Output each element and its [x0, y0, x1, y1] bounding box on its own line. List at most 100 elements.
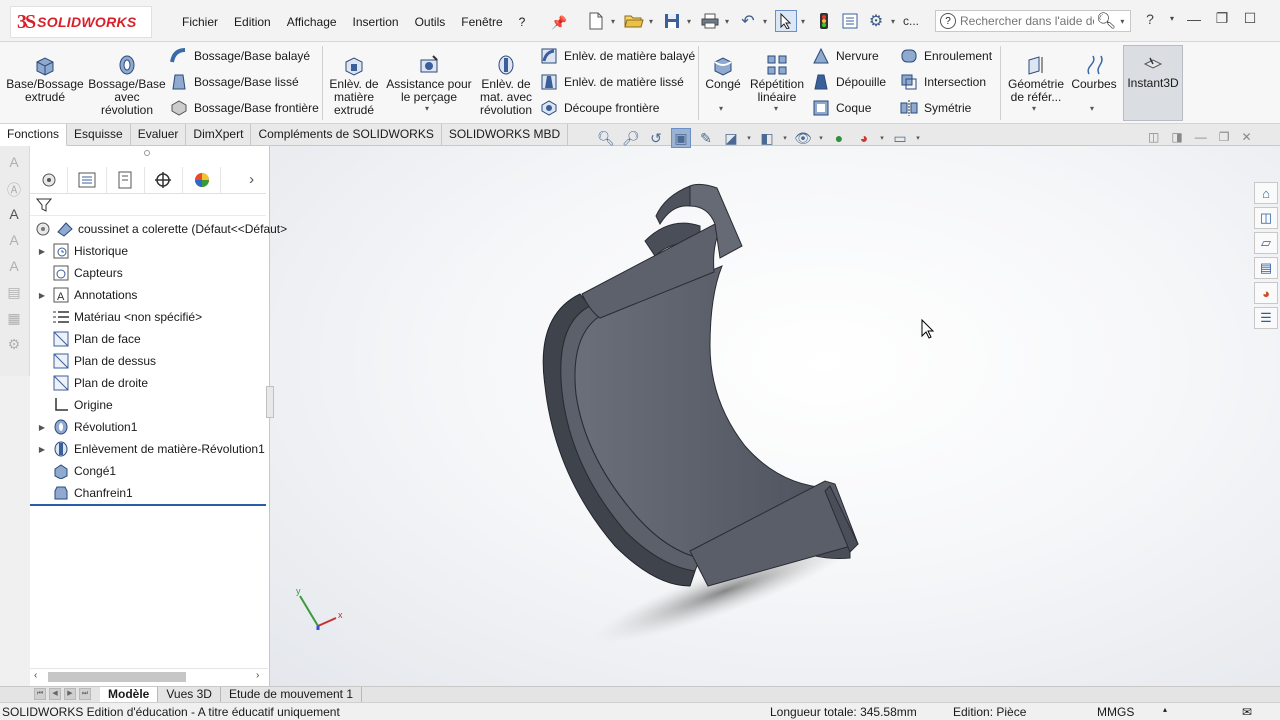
open-folder-icon[interactable] — [623, 10, 645, 32]
next-tab-icon[interactable]: ▶ — [64, 688, 76, 700]
custom-properties-icon[interactable]: ☰ — [1254, 307, 1278, 329]
save-icon[interactable] — [661, 10, 683, 32]
viewport-close-icon[interactable]: ✕ — [1241, 130, 1251, 144]
surface-finish-icon[interactable]: ▤ — [4, 284, 24, 302]
horizontal-scrollbar[interactable]: ‹ › — [30, 668, 268, 684]
feature-filter-bar[interactable] — [30, 196, 266, 216]
zoom-to-area-icon[interactable]: 🔎︎ — [621, 128, 641, 148]
options-gear-icon[interactable]: ⚙ — [865, 10, 887, 32]
status-units[interactable]: MMGS — [1097, 705, 1134, 719]
first-tab-icon[interactable]: ⏮ — [34, 688, 46, 700]
expand-arrow-icon[interactable]: ▶ — [36, 247, 48, 256]
revolve-boss-button[interactable]: Bossage/Base avec révolution — [88, 54, 166, 117]
menu-edition[interactable]: Edition — [226, 13, 279, 33]
tree-item[interactable]: ▶ Enlèvement de matière-Révolution1 — [30, 438, 268, 460]
print-dropdown-icon[interactable]: ▾ — [725, 17, 733, 26]
menu-fenetre[interactable]: Fenêtre — [453, 13, 510, 33]
instant3d-button[interactable]: Instant3D — [1123, 45, 1183, 121]
tab-evaluer[interactable]: Evaluer — [131, 124, 187, 146]
tree-item[interactable]: Congé1 — [30, 460, 268, 482]
tree-root-part[interactable]: coussinet a colerette (Défaut<<Défaut> — [30, 218, 287, 240]
tab-motion-study[interactable]: Etude de mouvement 1 — [221, 687, 363, 702]
tree-item[interactable]: Plan de dessus — [30, 350, 268, 372]
tree-item[interactable]: Chanfrein1 — [30, 482, 268, 504]
dynamic-annotation-icon[interactable]: ✎ — [696, 128, 716, 148]
solidworks-logo[interactable]: 3S SOLIDWORKS — [10, 6, 152, 38]
boundary-boss-button[interactable]: Bossage/Base frontière — [170, 98, 319, 118]
menu-help[interactable]: ? — [511, 13, 534, 33]
swept-boss-button[interactable]: Bossage/Base balayé — [170, 46, 310, 66]
boundary-cut-button[interactable]: Découpe frontière — [540, 98, 659, 118]
extrude-boss-button[interactable]: Base/Bossage extrudé — [6, 54, 84, 104]
section-view-icon[interactable]: ▣ — [671, 128, 691, 148]
tree-item[interactable]: Capteurs — [30, 262, 268, 284]
weld-icon[interactable]: A — [4, 258, 24, 276]
ref-geom-dropdown-icon[interactable]: ▾ — [1032, 104, 1036, 113]
dimxpert-manager-tab-icon[interactable] — [145, 166, 184, 193]
hole-wizard-dropdown-icon[interactable]: ▾ — [425, 104, 429, 113]
reference-geometry-button[interactable]: Géométrie de référ... — [1004, 54, 1068, 104]
tree-item[interactable]: ▶ Historique — [30, 240, 268, 262]
fillet-dropdown-icon[interactable]: ▾ — [719, 104, 723, 113]
solidworks-resources-icon[interactable]: ⌂ — [1254, 182, 1278, 204]
tree-item[interactable]: ▶ Révolution1 — [30, 416, 268, 438]
apply-scene-icon[interactable]: ◕ — [854, 128, 874, 148]
expand-arrow-icon[interactable]: ▶ — [36, 445, 48, 454]
view-palette-icon[interactable]: ▤ — [1254, 257, 1278, 279]
menu-affichage[interactable]: Affichage — [279, 13, 345, 33]
wrap-button[interactable]: Enroulement — [900, 46, 992, 66]
undo-icon[interactable]: ↶ — [737, 10, 759, 32]
viewport-minimize-icon[interactable]: — — [1195, 130, 1207, 144]
revolved-cut-button[interactable]: Enlèv. de mat. avec révolution — [476, 54, 536, 117]
graphics-area[interactable]: y x — [270, 146, 1280, 686]
rollback-bar[interactable] — [30, 504, 266, 506]
panel-splitter-handle[interactable] — [266, 386, 274, 418]
quick-tips-icon[interactable]: ✉ — [1242, 705, 1252, 719]
restore-icon[interactable]: ❐ — [1212, 10, 1232, 27]
view-settings-icon[interactable]: ▭ — [890, 128, 910, 148]
tree-item[interactable]: Matériau <non spécifié> — [30, 306, 268, 328]
open-dropdown-icon[interactable]: ▾ — [649, 17, 657, 26]
new-dropdown-icon[interactable]: ▾ — [611, 17, 619, 26]
undo-dropdown-icon[interactable]: ▾ — [763, 17, 771, 26]
tab-complements[interactable]: Compléments de SOLIDWORKS — [251, 124, 442, 146]
new-document-icon[interactable] — [585, 10, 607, 32]
linear-pattern-button[interactable]: Répétition linéaire — [746, 54, 808, 104]
intersect-button[interactable]: Intersection — [900, 72, 986, 92]
tree-item[interactable]: Origine — [30, 394, 268, 416]
menu-outils[interactable]: Outils — [407, 13, 454, 33]
file-properties-icon[interactable] — [839, 10, 861, 32]
viewport-restore-icon[interactable]: ❐ — [1219, 130, 1230, 144]
help-search-box[interactable]: ? 🔍︎ ▾ — [935, 10, 1131, 32]
tab-dimxpert[interactable]: DimXpert — [186, 124, 252, 146]
datum-icon[interactable]: A — [4, 232, 24, 250]
extruded-cut-button[interactable]: Enlèv. de matière extrudé — [326, 54, 382, 117]
search-dropdown-icon[interactable]: ▾ — [1120, 17, 1124, 26]
quick-access-truncated[interactable]: c... — [903, 14, 919, 28]
view-orientation-dropdown-icon[interactable]: ▾ — [746, 128, 752, 148]
design-library-icon[interactable]: ◫ — [1254, 207, 1278, 229]
pattern-dropdown-icon[interactable]: ▾ — [774, 104, 778, 113]
tab-esquisse[interactable]: Esquisse — [67, 124, 131, 146]
search-input[interactable] — [960, 14, 1094, 28]
print-icon[interactable] — [699, 10, 721, 32]
scene-dropdown-icon[interactable]: ▾ — [879, 128, 885, 148]
last-tab-icon[interactable]: ⏭ — [79, 688, 91, 700]
magnifier-icon[interactable]: 🔍︎ — [1096, 11, 1116, 31]
options-dropdown-icon[interactable]: ▾ — [891, 17, 899, 26]
part-model[interactable]: y x — [270, 146, 1280, 686]
units-dropdown-icon[interactable]: ▴ — [1163, 705, 1167, 714]
hatch-icon[interactable]: ▦ — [4, 310, 24, 328]
tree-item[interactable]: Plan de face — [30, 328, 268, 350]
minimize-icon[interactable]: — — [1184, 11, 1204, 27]
text-annotation-icon[interactable]: A — [4, 206, 24, 224]
curves-dropdown-icon[interactable]: ▾ — [1090, 104, 1094, 113]
lofted-cut-button[interactable]: Enlèv. de matière lissé — [540, 72, 684, 92]
hide-show-items-icon[interactable]: 👁︎ — [793, 128, 813, 148]
prev-tab-icon[interactable]: ◀ — [49, 688, 61, 700]
expand-arrow-icon[interactable]: ▶ — [36, 291, 48, 300]
tab-modele[interactable]: Modèle — [100, 687, 159, 702]
previous-view-icon[interactable]: ↺ — [646, 128, 666, 148]
tree-item[interactable]: Plan de droite — [30, 372, 268, 394]
help-question-icon[interactable]: ? — [1140, 11, 1160, 27]
